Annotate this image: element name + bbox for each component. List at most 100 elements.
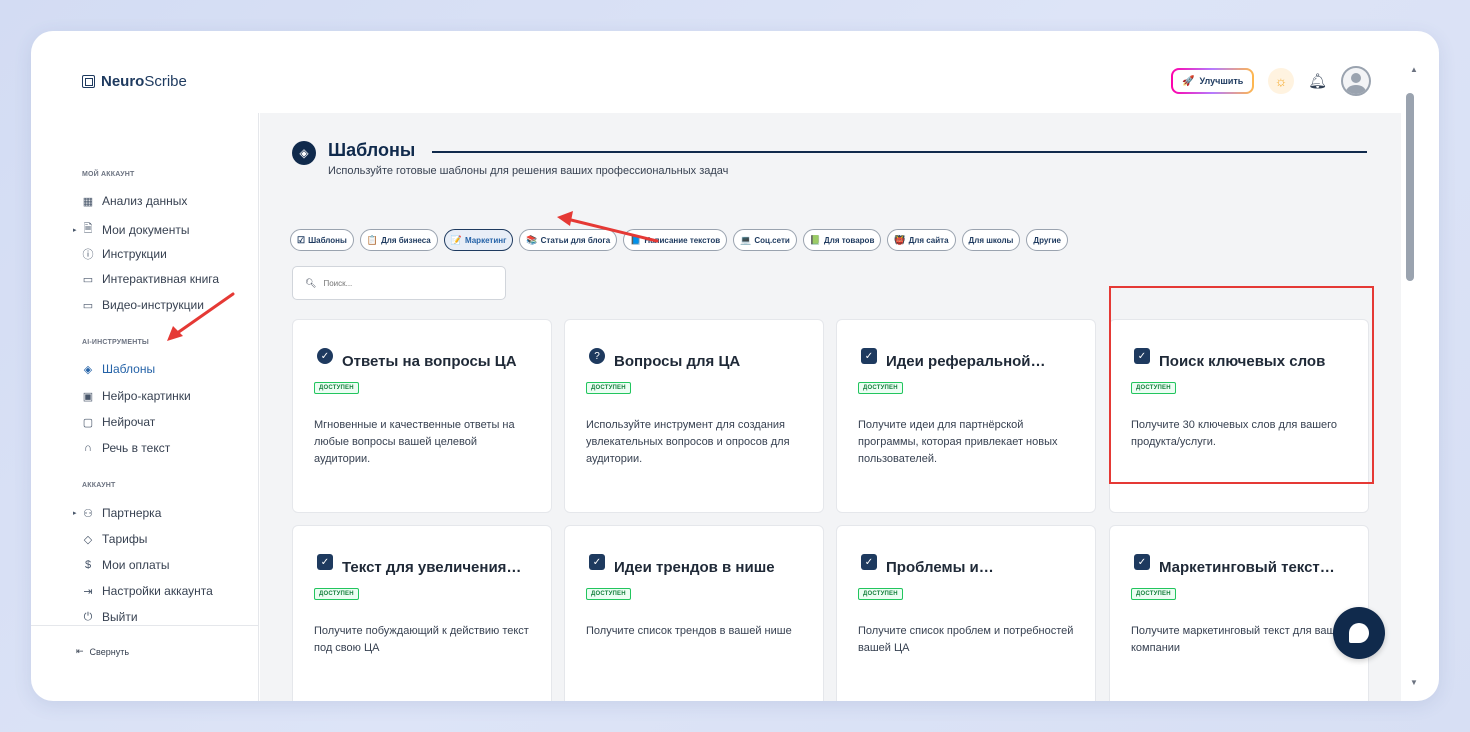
template-card[interactable]: ✓ Идеи реферальной… ДОСТУПЕН Получите ид… (836, 319, 1096, 513)
template-card[interactable]: ✓ Проблемы и… ДОСТУПЕН Получите список п… (836, 525, 1096, 701)
status-badge: ДОСТУПЕН (1131, 382, 1176, 394)
card-title: Идеи трендов в нише (614, 559, 775, 576)
card-title: Ответы на вопросы ЦА (342, 353, 517, 370)
sidebar-item-speech-to-text[interactable]: ∩ Речь в текст (82, 441, 170, 455)
sidebar-item-instructions[interactable]: ⓘ Инструкции (82, 246, 167, 262)
template-card[interactable]: ✓ Ответы на вопросы ЦА ДОСТУПЕН Мгновенн… (292, 319, 552, 513)
scrollbar[interactable]: ▲ ▼ (1401, 57, 1439, 701)
users-icon: ⚇ (83, 507, 93, 520)
search-icon: 🔍︎ (305, 277, 317, 288)
bell-icon[interactable]: 🔔︎ (1308, 72, 1328, 90)
card-title: Проблемы и… (886, 559, 994, 576)
card-title: Вопросы для ЦА (614, 353, 741, 370)
logo[interactable]: NeuroScribe (82, 73, 187, 90)
upgrade-button[interactable]: 🚀 Улучшить (1171, 68, 1254, 94)
rocket-icon: 🚀 (1182, 75, 1195, 87)
status-badge: ДОСТУПЕН (314, 382, 359, 394)
caret-right-icon: ▸ (73, 226, 77, 234)
chip-for-business[interactable]: 📋 Для бизнеса (359, 229, 438, 251)
chip-social[interactable]: 💻 Соц.сети (733, 229, 797, 251)
template-card[interactable]: ? Вопросы для ЦА ДОСТУПЕН Используйте ин… (564, 319, 824, 513)
sidebar-item-my-payments[interactable]: $ Мои оплаты (82, 558, 170, 572)
status-badge: ДОСТУПЕН (314, 588, 359, 600)
upgrade-label: Улучшить (1199, 76, 1244, 86)
avatar[interactable] (1341, 66, 1371, 96)
status-badge: ДОСТУПЕН (586, 588, 631, 600)
login-icon: ⇥ (83, 585, 93, 598)
main-content: ◈ Шаблоны Используйте готовые шаблоны дл… (260, 113, 1401, 701)
status-badge: ДОСТУПЕН (858, 382, 903, 394)
card-title: Маркетинговый текст… (1159, 559, 1335, 576)
theme-toggle-sun-icon[interactable]: ☼ (1268, 68, 1294, 94)
card-description: Мгновенные и качественные ответы на любы… (314, 419, 515, 465)
page-title: Шаблоны (328, 140, 416, 160)
sidebar-item-logout[interactable]: ⏻ Выйти (82, 610, 138, 624)
category-chips: ☑ Шаблоны 📋 Для бизнеса 📝 Маркетинг 📚 Статьи… (290, 229, 1069, 251)
section-title-ai-tools: AI-ИНСТРУМЕНТЫ (82, 339, 149, 346)
chip-products[interactable]: 📗 Для товаров (802, 229, 882, 251)
power-icon: ⏻ (83, 610, 93, 623)
sidebar: МОЙ АККАУНТ ▦ Анализ данных ▸ 🗎 Мои докумен… (31, 113, 259, 701)
logo-icon (82, 75, 95, 88)
question-circle-icon: ? (589, 348, 605, 364)
template-card[interactable]: ✓ Маркетинговый текст… ДОСТУПЕН Получите… (1109, 525, 1369, 701)
title-divider (432, 151, 1367, 153)
card-description: Получите список трендов в вашей нише (586, 625, 792, 637)
chip-blog-articles[interactable]: 📚 Статьи для блога (519, 229, 618, 251)
sidebar-item-neuro-images[interactable]: ▣ Нейро-картинки (82, 389, 191, 403)
dollar-icon: $ (84, 559, 92, 571)
chip-other[interactable]: Другие (1026, 229, 1069, 251)
logo-rest: Scribe (144, 73, 187, 90)
search-input[interactable] (323, 278, 494, 288)
app-window: NeuroScribe 🚀 Улучшить ☼ 🔔︎ МОЙ АККАУНТ … (31, 31, 1439, 701)
section-title-account: АККАУНТ (82, 482, 116, 489)
status-badge: ДОСТУПЕН (586, 382, 631, 394)
card-description: Получите список проблем и потребностей в… (858, 625, 1074, 654)
chip-school[interactable]: Для школы (961, 229, 1021, 251)
sidebar-item-tariffs[interactable]: ◇ Тарифы (82, 532, 148, 546)
document-icon: 🗎 (83, 223, 93, 235)
checkbox-icon: ✓ (589, 554, 605, 570)
logo-bold: Neuro (101, 73, 145, 90)
collapse-button[interactable]: ⇤ Свернуть (76, 646, 129, 657)
template-card[interactable]: ✓ Идеи трендов в нише ДОСТУПЕН Получите … (564, 525, 824, 701)
sidebar-item-interactive-book[interactable]: ▭ Интерактивная книга (82, 272, 219, 286)
top-bar: NeuroScribe 🚀 Улучшить ☼ 🔔︎ (31, 31, 1401, 113)
card-description: Получите 30 ключевых слов для вашего про… (1131, 419, 1338, 448)
status-badge: ДОСТУПЕН (858, 588, 903, 600)
scroll-up-icon[interactable]: ▲ (1410, 65, 1418, 74)
chip-templates[interactable]: ☑ Шаблоны (290, 229, 354, 251)
scrollbar-thumb[interactable] (1406, 93, 1414, 281)
chip-website[interactable]: 👹 Для сайта (887, 229, 956, 251)
sidebar-item-account-settings[interactable]: ⇥ Настройки аккаунта (82, 584, 212, 598)
page-subtitle: Используйте готовые шаблоны для решения … (328, 165, 729, 177)
headphones-icon: ∩ (84, 442, 92, 454)
checkbox-icon: ✓ (861, 554, 877, 570)
sidebar-item-my-documents[interactable]: ▸ 🗎 Мои документы (73, 220, 189, 239)
template-card[interactable]: ✓ Текст для увеличения… ДОСТУПЕН Получит… (292, 525, 552, 701)
card-title: Идеи реферальной… (886, 353, 1046, 370)
chip-marketing[interactable]: 📝 Маркетинг (443, 229, 514, 251)
sidebar-item-video-instructions[interactable]: ▭ Видео-инструкции (82, 298, 204, 312)
chat-icon: ▢ (82, 416, 94, 429)
card-description: Получите идеи для партнёрской программы,… (858, 419, 1058, 465)
sidebar-item-partner[interactable]: ▸ ⚇ Партнерка (73, 506, 161, 520)
tag-icon: ◇ (83, 533, 93, 546)
check-circle-icon: ✓ (317, 348, 333, 364)
grid-icon: ▦ (82, 195, 94, 208)
checkbox-icon: ✓ (1134, 554, 1150, 570)
sidebar-item-templates[interactable]: ◈ Шаблоны (82, 362, 155, 376)
divider (31, 625, 259, 626)
sidebar-item-neurochat[interactable]: ▢ Нейрочат (82, 415, 156, 429)
scroll-down-icon[interactable]: ▼ (1410, 678, 1418, 687)
chat-widget-button[interactable] (1333, 607, 1385, 659)
search-field[interactable]: 🔍︎ (292, 266, 506, 300)
sidebar-item-data-analysis[interactable]: ▦ Анализ данных (82, 194, 188, 208)
chip-text-writing[interactable]: 📘 Написание текстов (623, 229, 728, 251)
template-card[interactable]: ✓ Поиск ключевых слов ДОСТУПЕН Получите … (1109, 319, 1369, 513)
image-icon: ▣ (82, 390, 94, 403)
collapse-icon: ⇤ (76, 646, 84, 656)
video-icon: ▭ (82, 299, 94, 312)
caret-right-icon: ▸ (73, 510, 77, 517)
card-description: Получите побуждающий к действию текст по… (314, 625, 529, 654)
